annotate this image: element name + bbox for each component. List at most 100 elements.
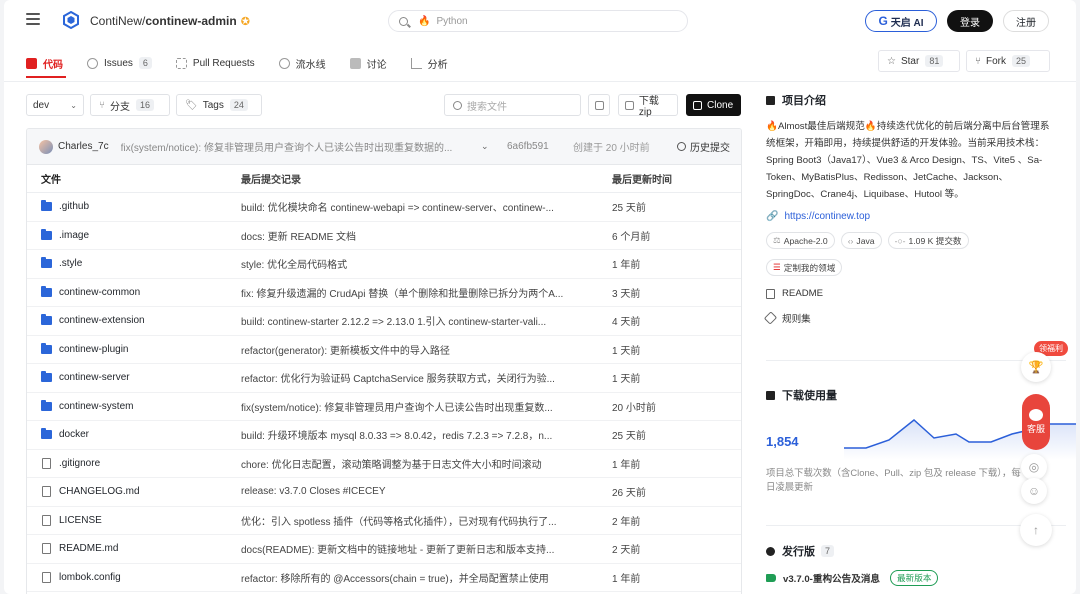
file-name[interactable]: lombok.config	[59, 572, 121, 583]
readme-link[interactable]: README	[766, 288, 1066, 299]
repo-name[interactable]: continew-admin	[145, 14, 236, 28]
commit-message-cell[interactable]: chore: 优化日志配置，滚动策略调整为基于日志文件大小和时间滚动	[241, 456, 598, 471]
tab-pipeline[interactable]: 流水线	[278, 50, 326, 76]
download-zip-button[interactable]: 下载zip	[618, 94, 678, 118]
commit-message-cell[interactable]: docs(README): 更新文档中的链接地址 - 更新了更新日志和版本支持.…	[241, 541, 598, 556]
file-name[interactable]: docker	[59, 429, 89, 440]
commit-message-cell[interactable]: build: 升级环境版本 mysql 8.0.33 => 8.0.42，red…	[241, 427, 598, 442]
tags-button[interactable]: 🏷 Tags 24	[176, 94, 262, 116]
file-name[interactable]: LICENSE	[59, 515, 102, 526]
file-name-cell[interactable]: continew-server	[27, 371, 241, 383]
file-name-cell[interactable]: docker	[27, 428, 241, 440]
file-name[interactable]: README.md	[59, 543, 118, 554]
tab-code[interactable]: 代码	[26, 50, 63, 76]
branch-select[interactable]: dev ⌄	[26, 94, 84, 116]
commit-message-cell[interactable]: fix: 修复升级遗漏的 CrudApi 替换（单个删除和批量删除已拆分为两个A…	[241, 285, 598, 300]
menu-icon[interactable]	[26, 13, 40, 25]
commit-message[interactable]: fix(system/notice): 修复非管理员用户查询个人已读公告时出现重…	[121, 139, 461, 154]
table-row[interactable]: continew-common fix: 修复升级遗漏的 CrudApi 替换（单…	[27, 279, 741, 307]
commit-message-cell[interactable]: build: continew-starter 2.12.2 => 2.13.0…	[241, 313, 598, 328]
file-name[interactable]: continew-plugin	[59, 344, 129, 355]
table-row[interactable]: .gitignore chore: 优化日志配置，滚动策略调整为基于日志文件大小和…	[27, 450, 741, 478]
file-name[interactable]: CHANGELOG.md	[59, 486, 140, 497]
smile-icon[interactable]: ☺	[1021, 478, 1047, 504]
gitcode-logo-icon[interactable]	[62, 11, 80, 29]
clone-button[interactable]: Clone	[686, 94, 741, 116]
tab-pull-requests[interactable]: Pull Requests	[175, 50, 255, 76]
file-name-cell[interactable]: continew-common	[27, 285, 241, 298]
history-button[interactable]: 历史提交	[677, 139, 730, 154]
feedback-icon[interactable]: ◎	[1021, 454, 1047, 480]
file-name-cell[interactable]: .style	[27, 257, 241, 269]
table-row[interactable]: continew-plugin refactor(generator): 更新模板…	[27, 336, 741, 364]
commits-pill[interactable]: -○- 1.09 K 提交数	[887, 232, 969, 249]
branches-button[interactable]: ⑂ 分支 16	[90, 94, 170, 116]
website-link[interactable]: 🔗 https://continew.top	[766, 211, 1066, 222]
avatar[interactable]	[39, 139, 53, 154]
file-name[interactable]: .gitignore	[59, 458, 100, 469]
file-name-cell[interactable]: .image	[27, 228, 241, 241]
commit-message-cell[interactable]: build: 优化模块命名 continew-webapi => contine…	[241, 199, 598, 214]
tab-discussions[interactable]: 讨论	[349, 50, 387, 76]
release-name[interactable]: v3.7.0-重构公告及消息	[783, 571, 880, 585]
customer-service-button[interactable]: 客服	[1022, 394, 1050, 450]
file-name[interactable]: .github	[59, 201, 89, 212]
file-name-cell[interactable]: .gitignore	[27, 457, 241, 469]
global-search-input[interactable]: 🔥 Python	[388, 10, 688, 32]
language-pill[interactable]: ‹› Java	[840, 232, 882, 249]
table-row[interactable]: continew-system fix(system/notice): 修复非管理…	[27, 393, 741, 421]
file-name-cell[interactable]: continew-extension	[27, 314, 241, 326]
tab-analysis[interactable]: 分析	[410, 50, 448, 76]
trophy-icon[interactable]: 🏆	[1021, 352, 1051, 382]
file-name[interactable]: continew-system	[59, 401, 133, 412]
table-row[interactable]: docker build: 升级环境版本 mysql 8.0.33 => 8.0.…	[27, 421, 741, 450]
web-ide-button[interactable]	[588, 94, 610, 116]
commit-author[interactable]: Charles_7c	[58, 141, 109, 152]
file-search-input[interactable]: 搜索文件	[444, 94, 581, 116]
back-to-top-icon[interactable]: ↑	[1020, 514, 1052, 546]
register-button[interactable]: 注册	[1003, 10, 1049, 32]
file-name-cell[interactable]: LICENSE	[27, 514, 241, 526]
custom-domain-button[interactable]: ☰ 定制我的领域	[766, 259, 843, 276]
table-row[interactable]: .style style: 优化全局代码格式 1 年前	[27, 250, 741, 279]
license-pill[interactable]: ⚖ Apache-2.0	[766, 232, 835, 249]
file-name[interactable]: continew-common	[59, 287, 140, 298]
file-name[interactable]: .style	[59, 258, 82, 269]
file-name[interactable]: .image	[59, 230, 89, 241]
table-row[interactable]: continew-extension build: continew-starte…	[27, 307, 741, 336]
table-row[interactable]: .github build: 优化模块命名 continew-webapi => …	[27, 193, 741, 222]
file-name[interactable]: continew-server	[59, 372, 130, 383]
repo-title[interactable]: ContiNew/continew-admin ✪	[90, 14, 250, 28]
website-url[interactable]: https://continew.top	[784, 211, 870, 222]
table-row[interactable]: .image docs: 更新 README 文档 6 个月前	[27, 222, 741, 250]
table-row[interactable]: README.md docs(README): 更新文档中的链接地址 - 更新了更…	[27, 535, 741, 564]
repo-owner[interactable]: ContiNew/	[90, 14, 145, 28]
commit-message-cell[interactable]: style: 优化全局代码格式	[241, 256, 598, 271]
table-row[interactable]: LICENSE 优化：引入 spotless 插件（代码等格式化插件），已对现有代…	[27, 507, 741, 535]
commit-message-cell[interactable]: release: v3.7.0 Closes #ICECEY	[241, 486, 598, 497]
commit-message-cell[interactable]: refactor: 移除所有的 @Accessors(chain = true)…	[241, 570, 598, 585]
table-row[interactable]: CHANGELOG.md release: v3.7.0 Closes #ICEC…	[27, 478, 741, 507]
star-button[interactable]: ☆ Star 81	[878, 50, 960, 72]
commit-hash[interactable]: 6a6fb591	[507, 141, 549, 152]
file-name-cell[interactable]: CHANGELOG.md	[27, 486, 241, 498]
table-row[interactable]: lombok.config refactor: 移除所有的 @Accessors(…	[27, 564, 741, 592]
ai-button[interactable]: G 天启 AI	[865, 10, 937, 32]
tab-issues[interactable]: Issues 6	[87, 50, 152, 76]
latest-release[interactable]: v3.7.0-重构公告及消息 最新版本	[766, 570, 939, 586]
rules-link[interactable]: 规则集	[763, 311, 1066, 325]
commit-message-cell[interactable]: refactor: 优化行为验证码 CaptchaService 服务获取方式，…	[241, 370, 598, 385]
file-name-cell[interactable]: continew-plugin	[27, 342, 241, 355]
commit-message-cell[interactable]: docs: 更新 README 文档	[241, 228, 598, 243]
table-row[interactable]: continew-server refactor: 优化行为验证码 Captcha…	[27, 364, 741, 393]
login-button[interactable]: 登录	[947, 10, 993, 32]
file-name-cell[interactable]: continew-system	[27, 399, 241, 412]
fork-button[interactable]: ⑂ Fork 25	[966, 50, 1050, 72]
commit-message-cell[interactable]: refactor(generator): 更新模板文件中的导入路径	[241, 342, 598, 357]
file-name-cell[interactable]: .github	[27, 200, 241, 212]
file-name[interactable]: continew-extension	[59, 315, 145, 326]
commit-message-cell[interactable]: 优化：引入 spotless 插件（代码等格式化插件），已对现有代码执行了...	[241, 513, 598, 528]
chevron-down-icon[interactable]: ⌄	[481, 141, 489, 152]
file-name-cell[interactable]: lombok.config	[27, 571, 241, 583]
file-name-cell[interactable]: README.md	[27, 543, 241, 555]
